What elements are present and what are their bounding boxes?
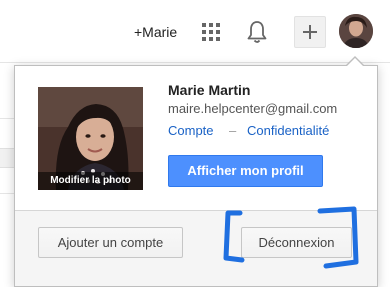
- logout-button[interactable]: Déconnexion: [241, 227, 352, 258]
- bell-icon[interactable]: [247, 20, 267, 44]
- plus-icon: [303, 25, 317, 39]
- privacy-link[interactable]: Confidentialité: [247, 123, 329, 138]
- page-divider: [0, 193, 14, 194]
- top-bar: +Marie: [0, 0, 390, 62]
- user-email: maire.helpcenter@gmail.com: [168, 101, 338, 116]
- dropdown-caret-fill: [347, 58, 363, 66]
- page-list-row: [0, 148, 14, 168]
- account-link[interactable]: Compte: [168, 123, 214, 138]
- add-account-button[interactable]: Ajouter un compte: [38, 227, 183, 258]
- page-divider: [0, 62, 390, 63]
- plus-profile-link[interactable]: +Marie: [134, 24, 177, 40]
- apps-grid-icon[interactable]: [202, 23, 220, 41]
- share-button[interactable]: [294, 16, 326, 48]
- page-divider: [0, 118, 14, 119]
- link-separator: –: [229, 123, 237, 138]
- profile-photo[interactable]: Modifier la photo: [38, 87, 143, 190]
- user-name: Marie Martin: [168, 82, 251, 98]
- avatar[interactable]: [339, 14, 373, 48]
- change-photo-label[interactable]: Modifier la photo: [38, 172, 143, 190]
- view-profile-button[interactable]: Afficher mon profil: [168, 155, 323, 187]
